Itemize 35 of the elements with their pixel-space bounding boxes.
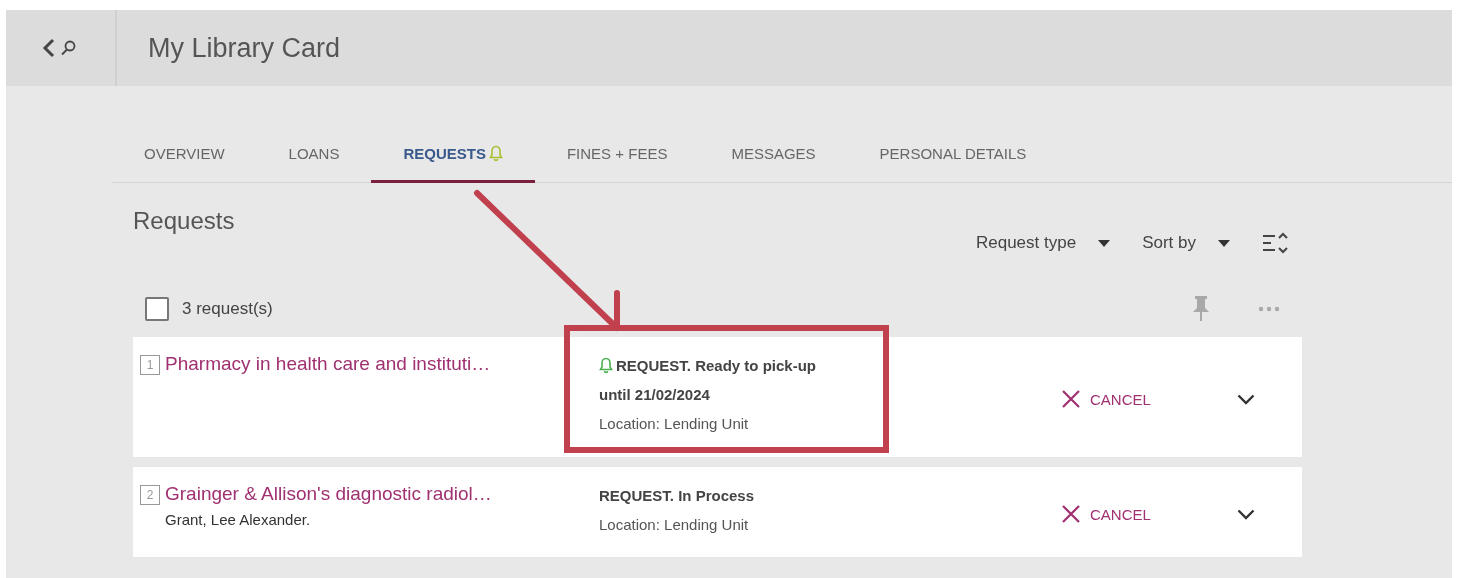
- expand-collapse-icon[interactable]: [1262, 231, 1290, 255]
- pickup-location: Location: Lending Unit: [599, 516, 750, 533]
- request-status: REQUEST. Ready to pick-up: [599, 357, 1054, 374]
- section-title: Requests: [133, 207, 235, 236]
- tab[interactable]: FINES + FEES: [534, 126, 700, 183]
- cancel-button[interactable]: CANCEL: [1056, 504, 1157, 524]
- bell-icon: [599, 357, 613, 374]
- tab[interactable]: REQUESTS: [371, 126, 535, 183]
- close-icon: [1062, 390, 1080, 408]
- chevron-down-icon: [1236, 393, 1255, 405]
- bell-icon: [488, 144, 503, 162]
- select-all-checkbox[interactable]: [145, 297, 169, 321]
- expand-button[interactable]: [1236, 508, 1255, 520]
- row-number: 1: [140, 355, 160, 375]
- tab[interactable]: LOANS: [256, 126, 372, 183]
- request-status: until 21/02/2024: [599, 386, 711, 403]
- pickup-location: Location: Lending Unit: [599, 415, 750, 432]
- expand-button[interactable]: [1236, 393, 1255, 405]
- close-icon: [1062, 505, 1080, 523]
- tab[interactable]: PERSONAL DETAILS: [847, 126, 1059, 183]
- cancel-button[interactable]: CANCEL: [1056, 389, 1157, 409]
- page-title: My Library Card: [148, 32, 341, 64]
- request-status: REQUEST. In Process: [599, 487, 756, 504]
- tab[interactable]: MESSAGES: [699, 126, 848, 183]
- author: Grant, Lee Alexander.: [165, 511, 312, 528]
- tab[interactable]: OVERVIEW: [112, 126, 257, 183]
- request-count: 3 request(s): [182, 299, 273, 319]
- caret-icon: [1218, 239, 1230, 247]
- caret-icon: [1098, 239, 1111, 247]
- filter-dropdown[interactable]: Request type: [975, 233, 1111, 253]
- row-number: 2: [140, 485, 160, 505]
- chevron-down-icon: [1236, 508, 1255, 520]
- book-title-link[interactable]: Pharmacy in health care and instituti…: [165, 353, 565, 375]
- filter-dropdown[interactable]: Sort by: [1142, 233, 1230, 253]
- book-title-link[interactable]: Grainger & Allison's diagnostic radiol…: [165, 483, 565, 505]
